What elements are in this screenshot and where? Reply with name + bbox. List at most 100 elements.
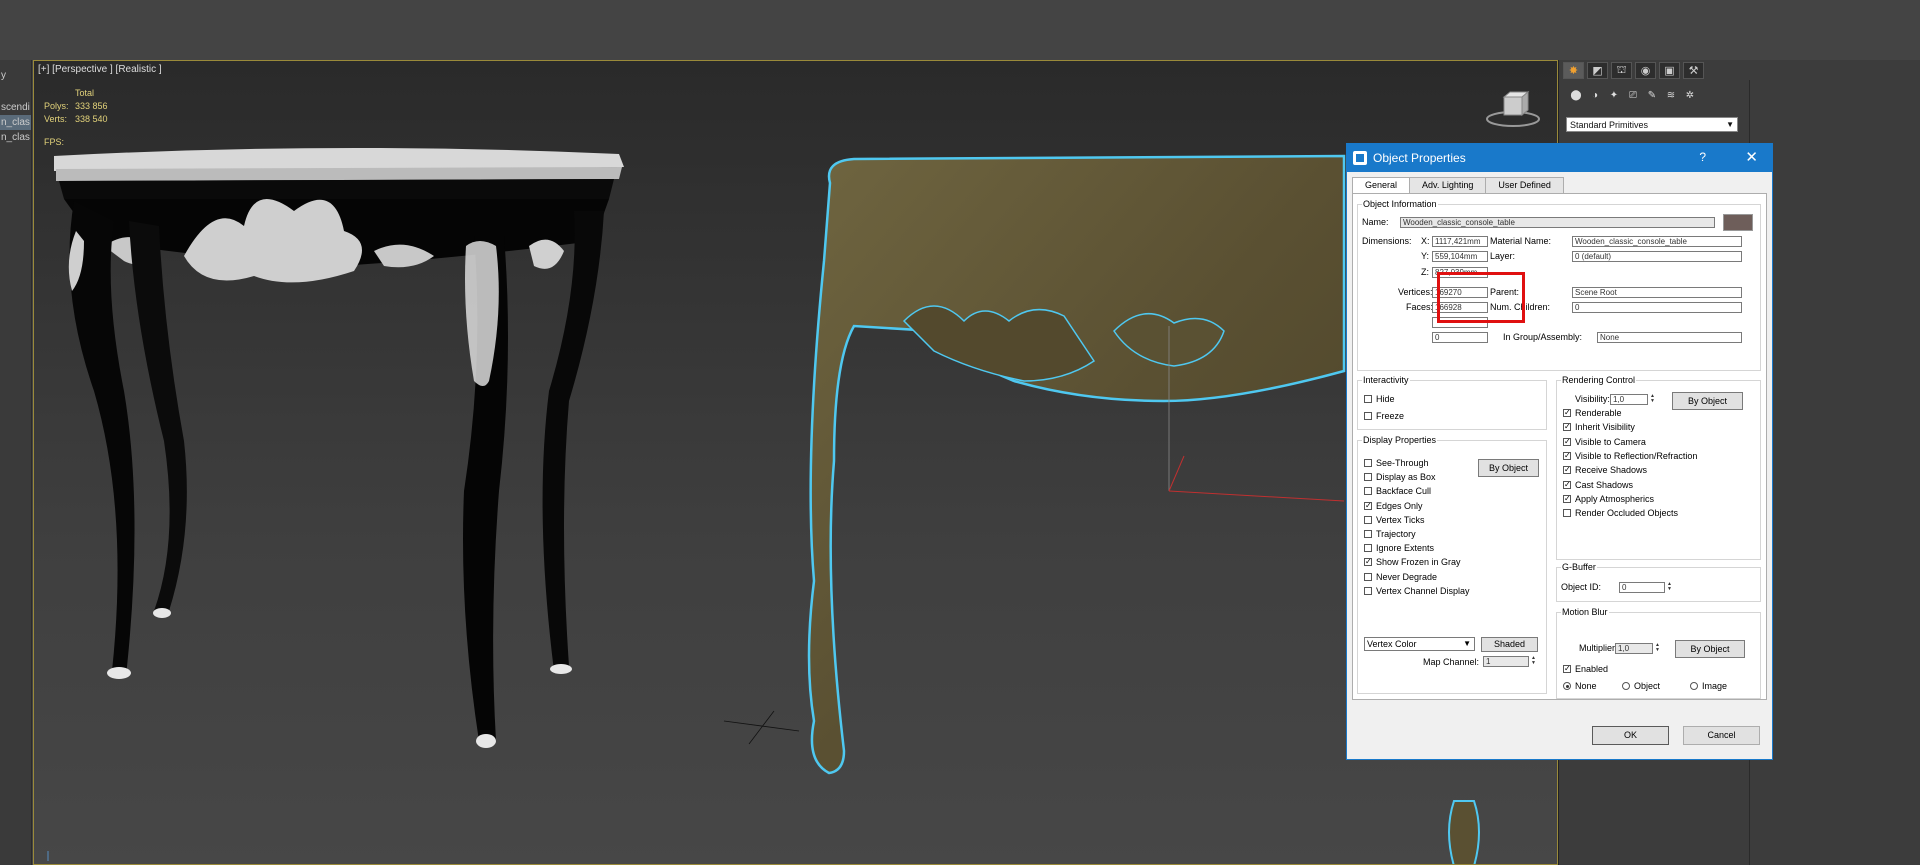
faces-label: Faces:: [1406, 302, 1434, 312]
display-as-box-checkbox[interactable]: Display as Box: [1364, 472, 1436, 482]
motion-blur-legend: Motion Blur: [1561, 607, 1609, 617]
name-label: Name:: [1362, 217, 1389, 227]
vertex-ticks-checkbox[interactable]: Vertex Ticks: [1364, 515, 1425, 525]
checkbox-box: ✓: [1563, 493, 1571, 503]
perspective-viewport[interactable]: [+] [Perspective ] [Realistic ] Total Po…: [33, 60, 1558, 865]
spinner-arrows-icon[interactable]: ▲ ▼: [1650, 394, 1658, 405]
display-by-object-button[interactable]: By Object: [1478, 459, 1539, 477]
object-id-field[interactable]: 0: [1619, 582, 1665, 593]
freeze-checkbox[interactable]: Freeze: [1364, 411, 1404, 421]
shapes-icon[interactable]: ◑: [1588, 88, 1602, 102]
never-degrade-checkbox[interactable]: Never Degrade: [1364, 572, 1437, 582]
systems-icon[interactable]: ✲: [1683, 88, 1697, 102]
create-tab-icon[interactable]: ✸: [1563, 62, 1584, 79]
trajectory-checkbox[interactable]: Trajectory: [1364, 529, 1416, 539]
vertex-channel-display-checkbox[interactable]: Vertex Channel Display: [1364, 586, 1470, 596]
blur-object-radio[interactable]: Object: [1622, 681, 1660, 691]
info-field-extra[interactable]: 0: [1432, 332, 1488, 343]
utilities-tab-icon[interactable]: ⚒: [1683, 62, 1704, 79]
motion-blur-by-object-button[interactable]: By Object: [1675, 640, 1745, 658]
checkbox-box: [1364, 544, 1372, 553]
num-children-field[interactable]: 0: [1572, 302, 1742, 313]
spinner-arrows-icon[interactable]: ▲ ▼: [1531, 656, 1539, 667]
motion-tab-icon[interactable]: ◉: [1635, 62, 1656, 79]
scene-render: [47, 147, 1480, 864]
name-field[interactable]: Wooden_classic_console_table: [1400, 217, 1715, 228]
geometry-icon[interactable]: ⬤: [1569, 88, 1583, 102]
hide-checkbox[interactable]: Hide: [1364, 394, 1395, 404]
vertex-color-dropdown[interactable]: Vertex Color ▼: [1364, 637, 1475, 651]
dialog-title: Object Properties: [1373, 151, 1466, 165]
hierarchy-tab-icon[interactable]: ⛫: [1611, 62, 1632, 79]
create-categories: ⬤ ◑ ✦ ⎚ ✎ ≋ ✲: [1569, 88, 1697, 102]
checkbox-label: See-Through: [1376, 458, 1429, 468]
cancel-button[interactable]: Cancel: [1683, 726, 1760, 745]
viewcube-icon[interactable]: [1484, 89, 1542, 129]
checkbox-box: [1364, 572, 1372, 581]
dialog-tabs: General Adv. Lighting User Defined: [1352, 177, 1564, 194]
inherit-visibility-checkbox[interactable]: ✓ Inherit Visibility: [1563, 422, 1635, 432]
dialog-title-bar[interactable]: Object Properties ? ✕: [1347, 144, 1772, 172]
see-through-checkbox[interactable]: See-Through: [1364, 458, 1429, 468]
in-group-field[interactable]: None: [1597, 332, 1742, 343]
dim-y-label: Y:: [1421, 251, 1430, 261]
checkbox-label: Apply Atmospherics: [1575, 493, 1655, 504]
blur-none-radio[interactable]: None: [1563, 681, 1597, 691]
visible-to-camera-checkbox[interactable]: ✓ Visible to Camera: [1563, 437, 1646, 447]
lights-icon[interactable]: ✦: [1607, 88, 1621, 102]
close-icon[interactable]: ✕: [1745, 148, 1758, 166]
main-toolbar: [0, 0, 1920, 60]
tab-adv-lighting[interactable]: Adv. Lighting: [1409, 177, 1487, 193]
display-properties-group: Display Properties See-Through Display as…: [1357, 435, 1547, 694]
apply-atmospherics-checkbox[interactable]: ✓ Apply Atmospherics: [1563, 494, 1654, 504]
rendering-by-object-button[interactable]: By Object: [1672, 392, 1743, 410]
scene-explorer-item[interactable]: n_clas: [0, 115, 31, 130]
dimensions-highlight-box: [1437, 272, 1525, 323]
renderable-checkbox[interactable]: ✓ Renderable: [1563, 408, 1622, 418]
help-button[interactable]: ?: [1699, 150, 1706, 164]
enabled-checkbox[interactable]: ✓ Enabled: [1563, 664, 1608, 674]
spacewarps-icon[interactable]: ≋: [1664, 88, 1678, 102]
cast-shadows-checkbox[interactable]: ✓ Cast Shadows: [1563, 480, 1633, 490]
checkbox-label: Vertex Channel Display: [1376, 585, 1470, 596]
radio-dot: [1563, 682, 1571, 690]
in-group-label: In Group/Assembly:: [1503, 332, 1583, 342]
grid-origin-marker: [723, 710, 800, 745]
scene-explorer-item[interactable]: y: [0, 68, 31, 83]
dim-x-field[interactable]: 1117,421mm: [1432, 236, 1488, 247]
layer-field[interactable]: 0 (default): [1572, 251, 1742, 262]
blur-image-radio[interactable]: Image: [1690, 681, 1727, 691]
scene-explorer-item[interactable]: n_clas: [0, 130, 31, 145]
cameras-icon[interactable]: ⎚: [1626, 88, 1640, 102]
primitives-dropdown[interactable]: Standard Primitives ▼: [1566, 117, 1738, 132]
checkbox-label: Show Frozen in Gray: [1376, 557, 1461, 568]
object-color-swatch[interactable]: [1723, 214, 1753, 231]
multiplier-field[interactable]: 1,0: [1615, 643, 1653, 654]
show-frozen-in-gray-checkbox[interactable]: ✓ Show Frozen in Gray: [1364, 557, 1461, 567]
tab-user-defined[interactable]: User Defined: [1485, 177, 1564, 193]
scene-explorer-item[interactable]: scendi: [0, 100, 31, 115]
tab-general[interactable]: General: [1352, 177, 1411, 194]
material-name-field[interactable]: Wooden_classic_console_table: [1572, 236, 1742, 247]
parent-field[interactable]: Scene Root: [1572, 287, 1742, 298]
visibility-field[interactable]: 1,0: [1610, 394, 1648, 405]
ignore-extents-checkbox[interactable]: Ignore Extents: [1364, 543, 1434, 553]
ok-button[interactable]: OK: [1592, 726, 1669, 745]
dim-y-field[interactable]: 559,104mm: [1432, 251, 1488, 262]
backface-cull-checkbox[interactable]: Backface Cull: [1364, 486, 1431, 496]
helpers-icon[interactable]: ✎: [1645, 88, 1659, 102]
receive-shadows-checkbox[interactable]: ✓ Receive Shadows: [1563, 465, 1647, 475]
spinner-arrows-icon[interactable]: ▲ ▼: [1655, 643, 1663, 654]
edges-only-checkbox[interactable]: ✓ Edges Only: [1364, 501, 1423, 511]
object-id-label: Object ID:: [1561, 582, 1602, 592]
modify-tab-icon[interactable]: ◩: [1587, 62, 1608, 79]
object-information-legend: Object Information: [1362, 199, 1438, 209]
checkbox-box: ✓: [1563, 465, 1571, 475]
display-tab-icon[interactable]: ▣: [1659, 62, 1680, 79]
render-occluded-objects-checkbox[interactable]: Render Occluded Objects: [1563, 508, 1678, 518]
visible-to-reflection-refraction-checkbox[interactable]: ✓ Visible to Reflection/Refraction: [1563, 451, 1697, 461]
map-channel-field[interactable]: 1: [1483, 656, 1529, 667]
spinner-arrows-icon[interactable]: ▲ ▼: [1667, 582, 1675, 593]
shaded-button[interactable]: Shaded: [1481, 637, 1538, 652]
checkbox-box: [1364, 412, 1372, 420]
